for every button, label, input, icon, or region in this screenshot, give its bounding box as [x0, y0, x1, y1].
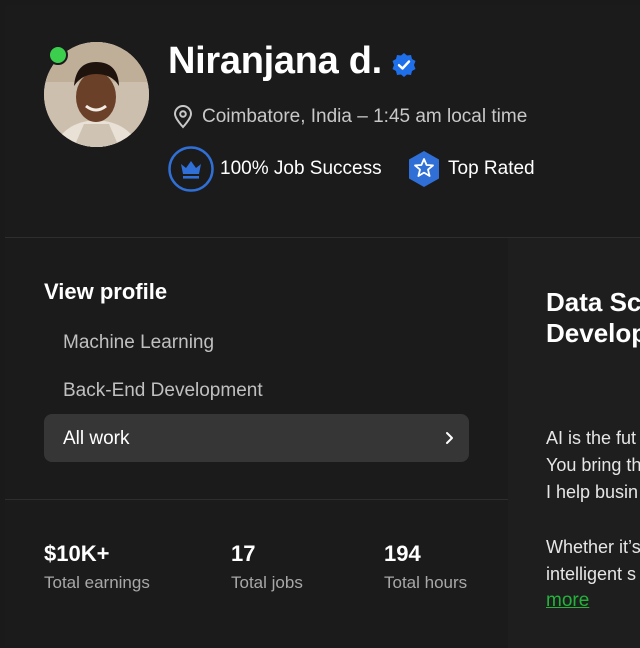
total-earnings-label: Total earnings: [44, 573, 150, 592]
sidebar-item-all-work[interactable]: All work: [44, 414, 469, 462]
overview-text-line: Whether it’s: [546, 537, 640, 557]
avatar[interactable]: [44, 42, 149, 147]
overview-text-line: AI is the fut: [546, 428, 637, 448]
view-profile-heading: View profile: [44, 279, 168, 304]
total-jobs-value: 17: [231, 541, 256, 566]
top-rated-badge: Top Rated: [448, 158, 535, 179]
overview-text-line: I help busin: [546, 482, 639, 502]
profile-location: Coimbatore, India – 1:45 am local time: [202, 106, 528, 127]
location-pin-icon: [173, 105, 193, 129]
online-status-indicator: [48, 45, 68, 65]
sidebar-item-machine-learning[interactable]: Machine Learning: [63, 332, 214, 354]
chevron-right-icon: [446, 432, 453, 444]
profile-title: Data Sc Develop: [546, 287, 640, 348]
sidebar-item-back-end-development[interactable]: Back-End Development: [63, 380, 263, 402]
overview-text-line: You bring th: [546, 455, 640, 475]
total-jobs-label: Total jobs: [231, 573, 303, 592]
crown-icon: [168, 146, 214, 192]
profile-name: Niranjana d.: [168, 40, 382, 82]
more-link[interactable]: more: [546, 590, 589, 612]
verified-badge-icon: [392, 53, 416, 77]
sidebar-item-label: All work: [63, 428, 130, 449]
overview-text-line: intelligent s: [546, 564, 637, 584]
total-hours-value: 194: [384, 541, 421, 566]
star-badge-icon: [409, 151, 439, 187]
stats-divider: [5, 499, 508, 500]
header-divider: [5, 237, 640, 238]
total-earnings-value: $10K+: [44, 541, 110, 566]
job-success-badge: 100% Job Success: [220, 158, 382, 179]
total-hours-label: Total hours: [384, 573, 468, 592]
